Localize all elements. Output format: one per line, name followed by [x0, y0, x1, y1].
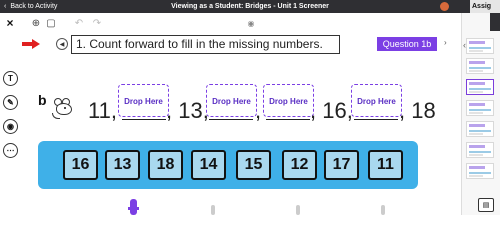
- number-tile[interactable]: 15: [236, 150, 271, 180]
- page-title: Viewing as a Student: Bridges - Unit 1 S…: [171, 3, 329, 10]
- more-tools-button[interactable]: ⋯: [3, 143, 18, 158]
- toolbar: × ⊕ ▢ ↶ ↷ ◉: [0, 13, 460, 33]
- slide-thumbnail[interactable]: [466, 142, 494, 158]
- audio-play-icon[interactable]: ◀: [56, 38, 68, 50]
- question-instruction: 1. Count forward to fill in the missing …: [71, 35, 340, 54]
- redo-icon[interactable]: ↷: [90, 16, 104, 30]
- zoom-icon[interactable]: ⊕: [29, 16, 43, 30]
- number-tile[interactable]: 12: [282, 150, 317, 180]
- answer-blank: [122, 119, 166, 120]
- eye-icon[interactable]: ◉: [244, 16, 258, 30]
- camera-tool-button[interactable]: ◉: [3, 119, 18, 134]
- slide-thumbnail[interactable]: [466, 58, 494, 74]
- fit-screen-icon[interactable]: ▢: [44, 16, 58, 30]
- undo-icon[interactable]: ↶: [72, 16, 86, 30]
- more-icon: ⋯: [6, 146, 15, 155]
- page-indicator[interactable]: [381, 205, 385, 215]
- slide-thumbnail[interactable]: [466, 38, 494, 54]
- slides-toggle-icon[interactable]: ▤: [478, 198, 494, 212]
- drop-zone[interactable]: Drop Here: [263, 84, 314, 117]
- assign-button[interactable]: Assig: [470, 0, 500, 13]
- page-indicator[interactable]: [296, 205, 300, 215]
- pen-icon: ✎: [7, 98, 14, 107]
- part-label: b: [38, 92, 47, 108]
- pen-tool-button[interactable]: ✎: [3, 95, 18, 110]
- chevron-left-icon: ‹: [4, 3, 7, 10]
- drop-zone[interactable]: Drop Here: [118, 84, 169, 117]
- mouse-icon: [52, 98, 78, 120]
- question-badge: Question 1b: [377, 37, 437, 51]
- number-tile[interactable]: 13: [105, 150, 140, 180]
- sequence-number: , 18: [399, 98, 436, 123]
- answer-blank: [266, 119, 310, 120]
- expand-icon[interactable]: ›: [444, 38, 447, 47]
- drop-zone[interactable]: Drop Here: [351, 84, 402, 117]
- number-tile[interactable]: 14: [191, 150, 226, 180]
- slide-thumbnail[interactable]: [466, 163, 494, 179]
- drop-zone[interactable]: Drop Here: [206, 84, 257, 117]
- sequence-number: , 16,: [310, 98, 353, 123]
- page-indicator-active[interactable]: [128, 199, 139, 215]
- sequence-number: 11,: [88, 98, 117, 123]
- slide-thumbnail[interactable]: [466, 100, 494, 116]
- text-icon: T: [8, 74, 13, 83]
- slide-thumbnail-active[interactable]: [466, 79, 494, 95]
- back-label: Back to Activity: [10, 3, 58, 10]
- text-tool-button[interactable]: T: [3, 71, 18, 86]
- sidebar-handle[interactable]: [490, 13, 500, 31]
- answer-blank: [209, 119, 253, 120]
- close-icon[interactable]: ×: [3, 16, 17, 30]
- sequence-number: , 13,: [166, 98, 209, 123]
- answer-blank: [354, 119, 398, 120]
- settings-icon[interactable]: [440, 2, 449, 11]
- number-tile[interactable]: 11: [368, 150, 403, 180]
- number-tile[interactable]: 17: [324, 150, 359, 180]
- number-tile[interactable]: 18: [148, 150, 183, 180]
- camera-icon: ◉: [7, 122, 14, 131]
- number-tile[interactable]: 16: [63, 150, 98, 180]
- back-to-activity-link[interactable]: ‹ Back to Activity: [4, 1, 57, 12]
- top-bar: ‹ Back to Activity Viewing as a Student: …: [0, 0, 500, 13]
- page-indicator[interactable]: [211, 205, 215, 215]
- viewer-frame: ‹ Back to Activity Viewing as a Student: …: [0, 0, 500, 215]
- slide-thumbnail[interactable]: [466, 121, 494, 137]
- sequence-number: ,: [255, 98, 262, 123]
